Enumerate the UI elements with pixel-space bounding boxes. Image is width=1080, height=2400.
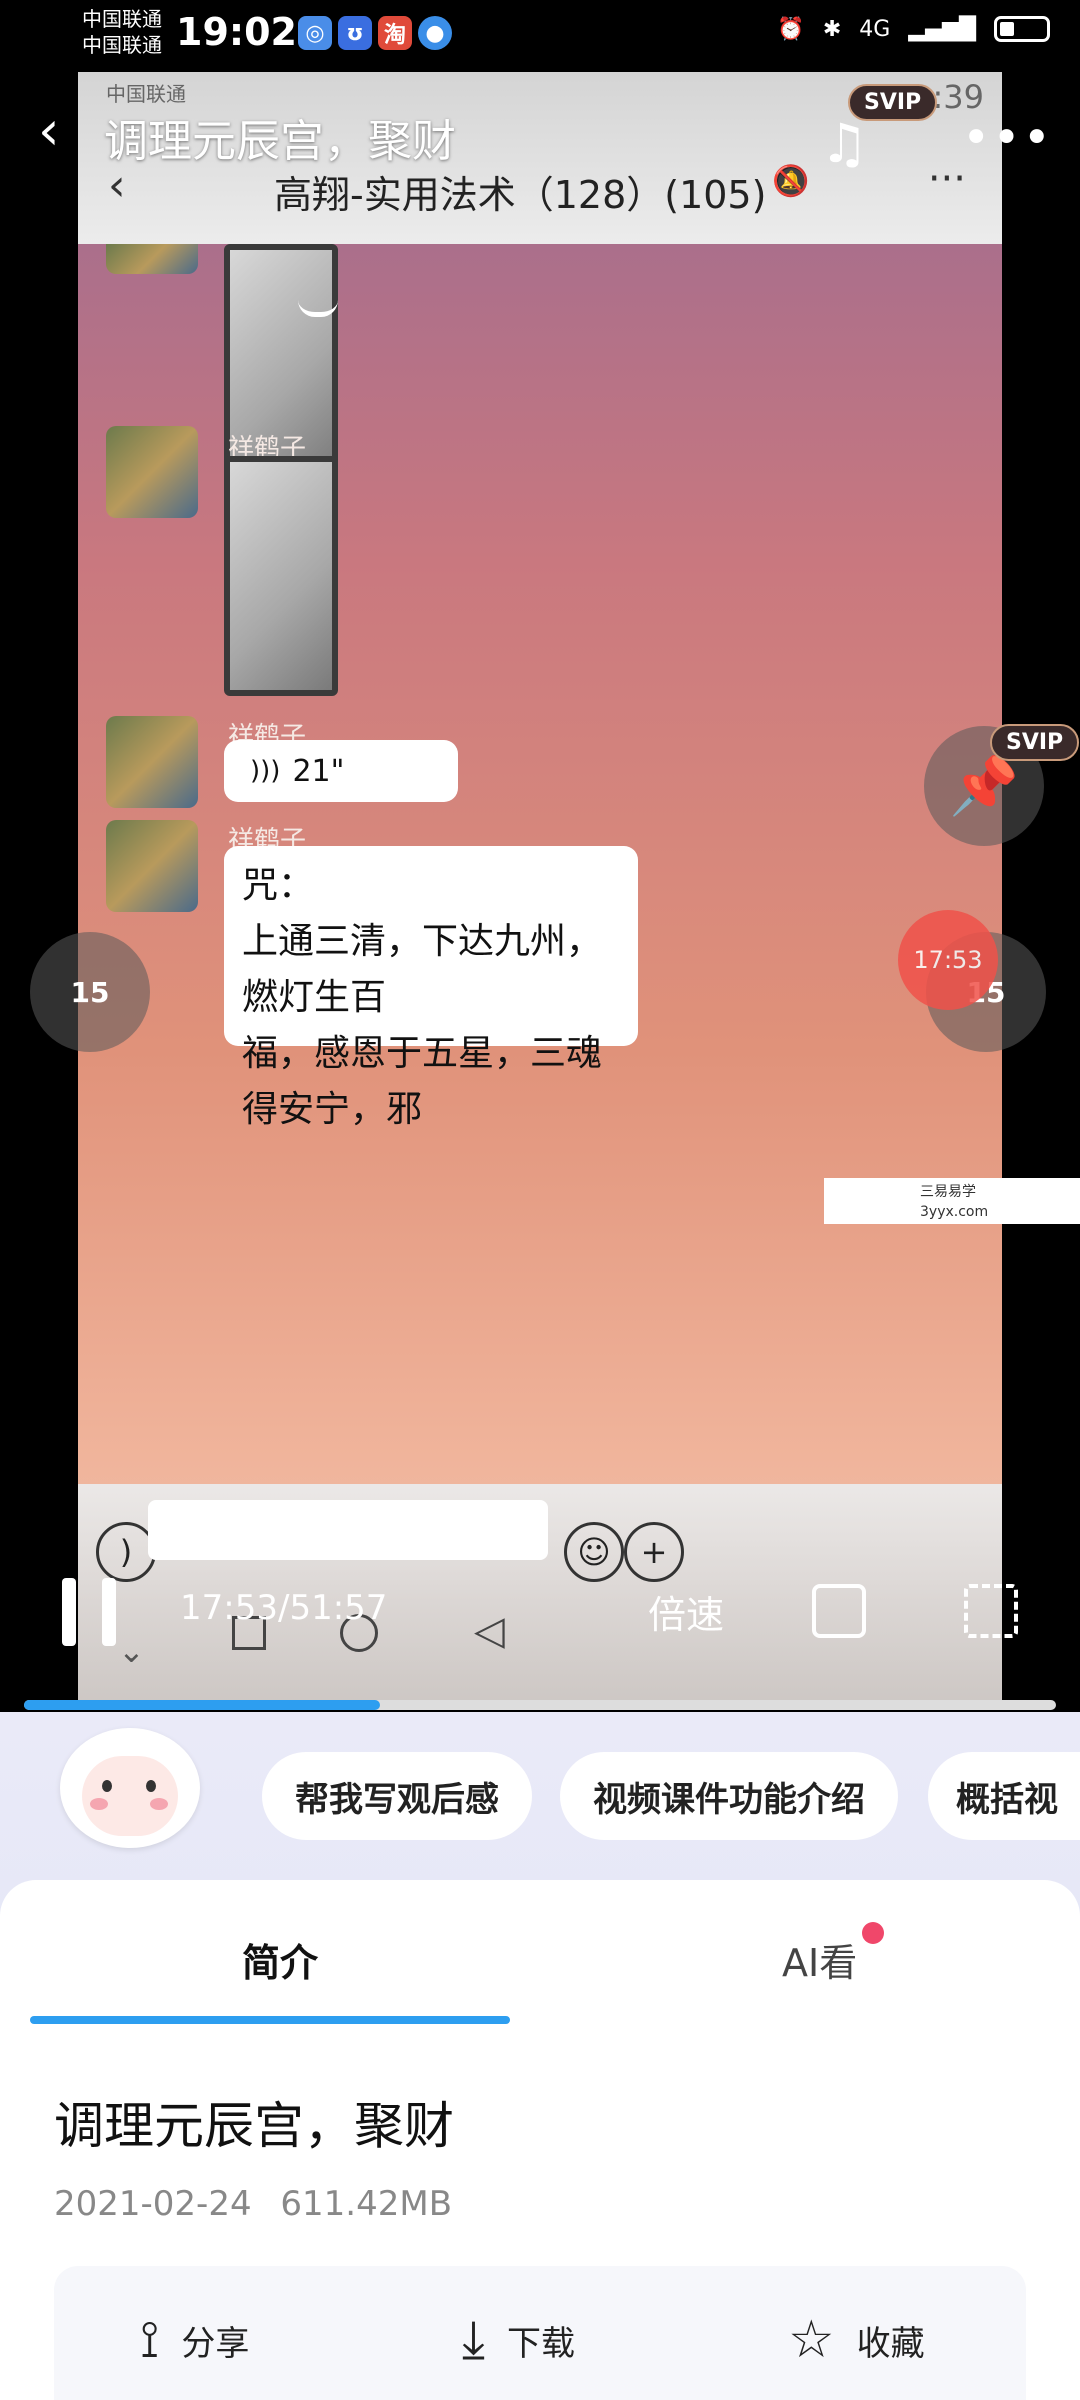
pause-icon[interactable] xyxy=(62,1578,76,1646)
taobao-icon: 淘 xyxy=(378,16,412,50)
watermark: 三易易学 3yyx.com xyxy=(824,1178,1080,1224)
chip-summarize[interactable]: 概括视 xyxy=(928,1752,1080,1840)
fullscreen-icon[interactable] xyxy=(964,1584,1018,1638)
chat-photo xyxy=(224,456,338,696)
current-time: 17:53 xyxy=(180,1588,278,1628)
app-notification-icon: ʊ xyxy=(338,16,372,50)
signal-icon: 4G xyxy=(859,16,891,42)
download-icon: ⤓ xyxy=(462,2310,485,2370)
more-icon[interactable]: ••• xyxy=(962,110,1053,166)
message-line: 上通三清，下达九州，燃灯生百 xyxy=(242,921,603,1018)
share-button[interactable]: ⟟ 分享 xyxy=(140,2310,249,2371)
mute-bell-icon: 🔕 xyxy=(772,164,810,199)
chip-courseware-intro[interactable]: 视频课件功能介绍 xyxy=(560,1752,898,1840)
detail-sheet: 简介 AI看 调理元辰宫，聚财 2021-02-24 611.42MB ⟟ 分享… xyxy=(0,1880,1080,2400)
avatar xyxy=(106,820,198,912)
back-icon[interactable]: ‹ xyxy=(38,104,60,158)
share-icon: ⟟ xyxy=(140,2310,160,2370)
battery-icon xyxy=(994,16,1050,42)
tab-ai-view[interactable]: AI看 xyxy=(782,1932,857,1987)
video-size: 611.42MB xyxy=(280,2184,453,2224)
status-bar: 中国联通 中国联通 19:02 ◎ ʊ 淘 ● ⏰ ✱ 4G ▂▄▆█ xyxy=(0,0,1080,72)
status-right: ⏰ ✱ 4G ▂▄▆█ xyxy=(777,16,1050,42)
svip-badge-2: SVIP xyxy=(990,724,1080,761)
plus-icon: + xyxy=(624,1522,684,1582)
carrier-labels: 中国联通 中国联通 xyxy=(82,6,162,58)
pip-icon[interactable] xyxy=(812,1584,866,1638)
app-notification-icon: ◎ xyxy=(298,16,332,50)
progress-fill xyxy=(24,1700,381,1710)
ai-mascot-icon[interactable] xyxy=(50,1728,210,1878)
favorite-label: 收藏 xyxy=(856,2323,925,2364)
voice-input-icon: ) xyxy=(96,1522,156,1582)
star-icon: ☆ xyxy=(788,2310,835,2370)
download-label: 下载 xyxy=(506,2324,575,2364)
tab-intro[interactable]: 简介 xyxy=(242,1932,318,1987)
duration: 51:57 xyxy=(289,1588,388,1628)
skip-back-icon[interactable]: 15 xyxy=(30,932,150,1052)
carrier-2: 中国联通 xyxy=(82,33,162,57)
recorded-chat-title: 高翔-实用法术（128）(105) xyxy=(274,173,767,217)
page-title: 调理元辰宫，聚财 xyxy=(54,2097,454,2155)
recorded-text-input xyxy=(148,1500,548,1560)
text-message: 咒： 上通三清，下达九州，燃灯生百 福，感恩于五星，三魂得安宁，邪 xyxy=(224,846,638,1130)
favorite-button[interactable]: ☆ 收藏 xyxy=(788,2310,925,2370)
nav-triangle-icon: ◁ xyxy=(474,1608,505,1654)
voice-wave-icon: ))) xyxy=(250,756,281,786)
message-line: 咒： xyxy=(242,865,315,906)
avatar xyxy=(106,426,198,518)
float-time-bubble: 17:53 xyxy=(898,910,998,1010)
pause-icon-bar xyxy=(102,1578,116,1646)
video-player[interactable]: 中国联通 :39 ‹ 高翔-实用法术（128）(105) 🔕 ··· 祥鹤子 祥… xyxy=(78,72,1002,1702)
voice-message: ))) 21" xyxy=(224,740,458,802)
status-time: 19:02 xyxy=(176,10,297,54)
avatar xyxy=(106,244,198,274)
recorded-more-icon: ··· xyxy=(927,156,966,202)
tab-indicator xyxy=(30,2016,510,2024)
video-date: 2021-02-24 xyxy=(54,2184,252,2224)
bluetooth-icon: ✱ xyxy=(822,16,842,42)
message-line: 福，感恩于五星，三魂得安宁，邪 xyxy=(242,1033,603,1130)
avatar xyxy=(106,716,198,808)
browser-icon: ● xyxy=(418,16,452,50)
new-badge-dot xyxy=(862,1922,884,1944)
time-display: 17:53/51:57 xyxy=(180,1588,388,1628)
emoji-icon: ☺ xyxy=(564,1522,624,1582)
carrier-1: 中国联通 xyxy=(82,7,162,31)
progress-bar[interactable] xyxy=(24,1700,1056,1710)
share-label: 分享 xyxy=(181,2324,250,2364)
watermark-line-2: 3yyx.com xyxy=(920,1204,989,1220)
signal-icon-2: ▂▄▆█ xyxy=(908,16,976,42)
speed-button[interactable]: 倍速 xyxy=(648,1584,724,1639)
video-meta: 2021-02-24 611.42MB xyxy=(54,2184,452,2224)
alarm-icon: ⏰ xyxy=(777,16,805,42)
svip-badge: SVIP xyxy=(848,84,938,121)
headphones-icon[interactable]: ♫ xyxy=(820,112,868,175)
recorded-carrier: 中国联通 xyxy=(106,82,186,106)
download-button[interactable]: ⤓ 下载 xyxy=(462,2310,575,2371)
watermark-line-1: 三易易学 xyxy=(920,1184,976,1200)
nav-back-chevron-icon: ⌄ xyxy=(118,1632,145,1670)
chip-write-review[interactable]: 帮我写观后感 xyxy=(262,1752,532,1840)
video-title: 调理元辰宫，聚财 xyxy=(104,116,456,167)
voice-duration: 21" xyxy=(292,753,345,789)
